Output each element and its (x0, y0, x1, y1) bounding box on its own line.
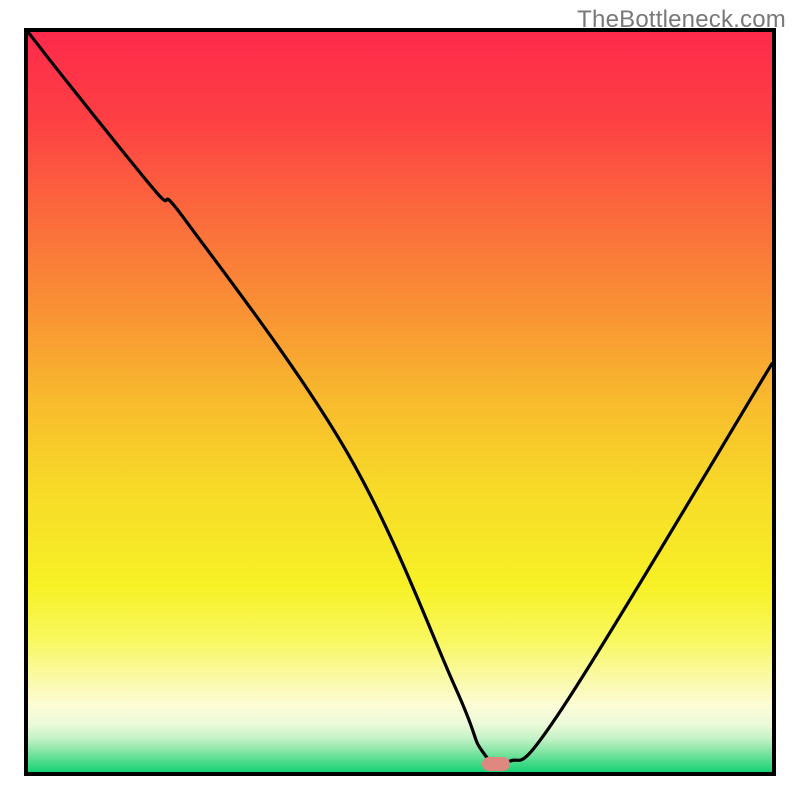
watermark-label: TheBottleneck.com (577, 6, 786, 34)
trough-marker (482, 757, 510, 771)
gradient-background (28, 32, 772, 772)
chart-container: TheBottleneck.com (0, 0, 800, 800)
plot-frame (24, 28, 776, 776)
plot-svg (28, 32, 772, 772)
